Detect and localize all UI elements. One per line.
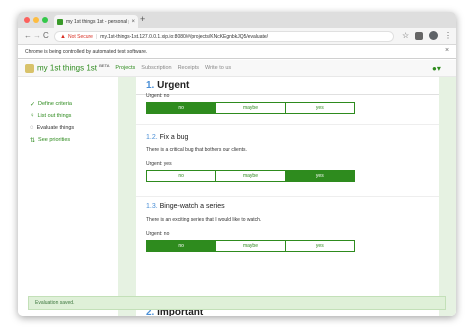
pin-icon: ♀ [30,113,35,119]
sidebar-item-see-priorities[interactable]: ⇅ See priorities [30,134,120,146]
choice-yes[interactable]: yes [285,171,354,181]
main-content: 1. Urgent Urgent: no no maybe yes 1.2. F… [118,77,456,316]
automation-infobar: Chrome is being controlled by automated … [18,45,456,59]
user-icon[interactable]: ●▾ [432,64,441,73]
item-description: There is a critical bug that bothers our… [146,147,247,153]
sidebar-item-define-criteria[interactable]: ✓ Define criteria [30,98,120,110]
tab-close-icon[interactable]: × [131,19,135,25]
choice-maybe[interactable]: maybe [216,103,286,113]
minimize-window-button[interactable] [33,17,39,23]
beta-badge: BETA [99,63,110,69]
item-description: There is an exciting series that I would… [146,217,262,223]
nav-subscription[interactable]: Subscription [141,65,171,71]
forward-icon[interactable]: → [33,31,41,40]
sidebar-item-list-out-things[interactable]: ♀ List out things [30,110,120,122]
section-divider [136,94,439,95]
spinner-icon: ◌ [30,125,34,131]
app-viewport: my 1st things 1st BETA Projects Subscrip… [18,60,456,316]
choice-maybe[interactable]: maybe [216,241,286,251]
nav-receipts[interactable]: Receipts [178,65,199,71]
app-navbar: my 1st things 1st BETA Projects Subscrip… [18,60,456,77]
bookmark-star-icon[interactable]: ☆ [402,31,409,40]
brand-title[interactable]: my 1st things 1st BETA [37,63,109,73]
browser-window: my 1st things 1st - personal pri × + ← →… [18,12,456,316]
infobar-text: Chrome is being controlled by automated … [25,48,148,55]
sidebar: ✓ Define criteria ♀ List out things ◌ Ev… [30,98,120,146]
check-circle-icon: ✓ [30,101,36,108]
maximize-window-button[interactable] [42,17,48,23]
urgent-status: Urgent: no [146,231,170,237]
item-divider [136,196,439,197]
choice-no[interactable]: no [147,103,217,113]
choice-yes[interactable]: yes [285,241,354,251]
tab-bar: my 1st things 1st - personal pri × + [18,12,456,28]
not-secure-label[interactable]: Not Secure [68,34,93,40]
sidebar-item-evaluate-things[interactable]: ◌ Evaluate things [30,122,120,134]
back-icon[interactable]: ← [24,31,32,40]
choice-maybe[interactable]: maybe [216,171,286,181]
choice-group: no maybe yes [146,170,355,182]
address-bar[interactable]: ▲ Not Secure | my.1st-things-1st.127.0.0… [54,31,394,42]
browser-tab[interactable]: my 1st things 1st - personal pri × [54,15,138,28]
menu-icon[interactable]: ⋮ [444,31,452,40]
warning-icon: ▲ [60,33,66,40]
sidebar-item-label: List out things [37,113,72,119]
save-notification: Evaluation saved. [28,296,446,310]
close-window-button[interactable] [24,17,30,23]
address-separator: | [95,33,98,40]
favicon-icon [57,18,63,25]
url-text[interactable]: my.1st-things-1st.127.0.0.1.xip.io:8080/… [100,34,268,40]
sidebar-item-label: Define criteria [38,101,72,107]
nav-write-to-us[interactable]: Write to us [205,65,231,71]
browser-toolbar: ← → C ▲ Not Secure | my.1st-things-1st.1… [18,28,456,45]
nav-projects[interactable]: Projects [115,65,135,71]
item-title: 1.2. Fix a bug [146,134,189,141]
item-divider [136,124,439,125]
choice-yes[interactable]: yes [285,103,354,113]
section-card-urgent: 1. Urgent Urgent: no no maybe yes 1.2. F… [136,77,439,297]
sort-icon: ⇅ [30,137,36,144]
urgent-status: Urgent: yes [146,161,172,167]
urgent-status: Urgent: no [146,93,170,99]
profile-avatar[interactable] [429,31,438,40]
infobar-close-icon[interactable]: × [445,47,449,54]
tab-title: my 1st things 1st - personal pri [66,18,130,25]
sidebar-item-label: See priorities [38,137,71,143]
sidebar-item-label: Evaluate things [36,125,75,131]
extension-icon[interactable] [415,32,423,40]
item-title: 1.3. Binge-watch a series [146,203,225,210]
section-heading: 1. Urgent [146,80,190,91]
logo-icon[interactable] [25,63,34,73]
reload-icon[interactable]: C [43,31,49,40]
choice-no[interactable]: no [147,241,217,251]
choice-group: no maybe yes [146,102,355,114]
new-tab-button[interactable]: + [140,14,145,24]
choice-group: no maybe yes [146,240,355,252]
choice-no[interactable]: no [147,171,217,181]
